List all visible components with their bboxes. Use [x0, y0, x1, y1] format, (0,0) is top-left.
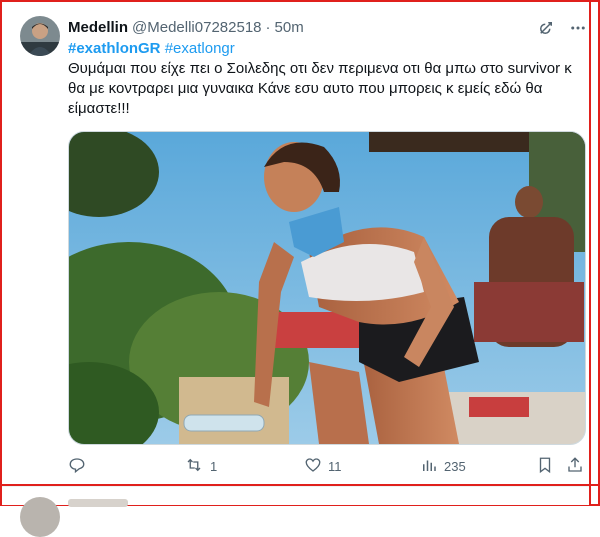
tweet-text-line: θα με κοντραρει μια γυναικα Κάνε εσυ αυτ… [68, 80, 543, 97]
views-button[interactable]: 235 [420, 456, 466, 477]
like-icon [304, 456, 322, 477]
views-icon [420, 456, 438, 477]
tweet-actions: 1 11 235 [68, 456, 588, 476]
grok-icon[interactable] [536, 18, 556, 38]
tweet-text-line: Θυμάμαι που είχε πει ο Σοιλεδης οτι δεν … [68, 60, 572, 77]
user-handle[interactable]: @Medelli07282518 [132, 19, 262, 36]
next-tweet-avatar[interactable] [20, 497, 60, 537]
reply-button[interactable] [68, 456, 92, 477]
more-icon[interactable] [568, 18, 588, 38]
bookmark-button[interactable] [536, 456, 554, 477]
tweet-photo[interactable] [68, 131, 586, 445]
retweet-count: 1 [210, 459, 218, 474]
timestamp[interactable]: 50m [275, 19, 304, 36]
hashtag-link[interactable]: #exathlonGR [68, 40, 161, 57]
share-icon [566, 456, 584, 477]
photo-image [69, 132, 585, 444]
bookmark-icon [536, 456, 554, 477]
frame-divider-right [589, 0, 591, 506]
header-actions [536, 18, 588, 38]
tweet-text: #exathlonGR #exatlongr Θυμάμαι που είχε … [68, 39, 578, 119]
retweet-button[interactable]: 1 [184, 456, 217, 477]
separator: · [265, 18, 271, 36]
like-count: 11 [328, 459, 342, 474]
reply-icon [68, 456, 86, 477]
views-count: 235 [444, 459, 466, 474]
display-name[interactable]: Medellin [68, 19, 128, 36]
tweet-text-line: είμαστε!!! [68, 100, 130, 117]
avatar-image [20, 16, 60, 56]
share-button[interactable] [566, 456, 584, 477]
hashtag-link[interactable]: #exatlongr [165, 40, 235, 57]
like-button[interactable]: 11 [304, 456, 342, 477]
retweet-icon [184, 456, 204, 477]
hashtag-line: #exathlonGR #exatlongr [68, 39, 578, 59]
tweet-header: Medellin @Medelli07282518 · 50m [68, 16, 580, 38]
avatar[interactable] [20, 16, 60, 56]
